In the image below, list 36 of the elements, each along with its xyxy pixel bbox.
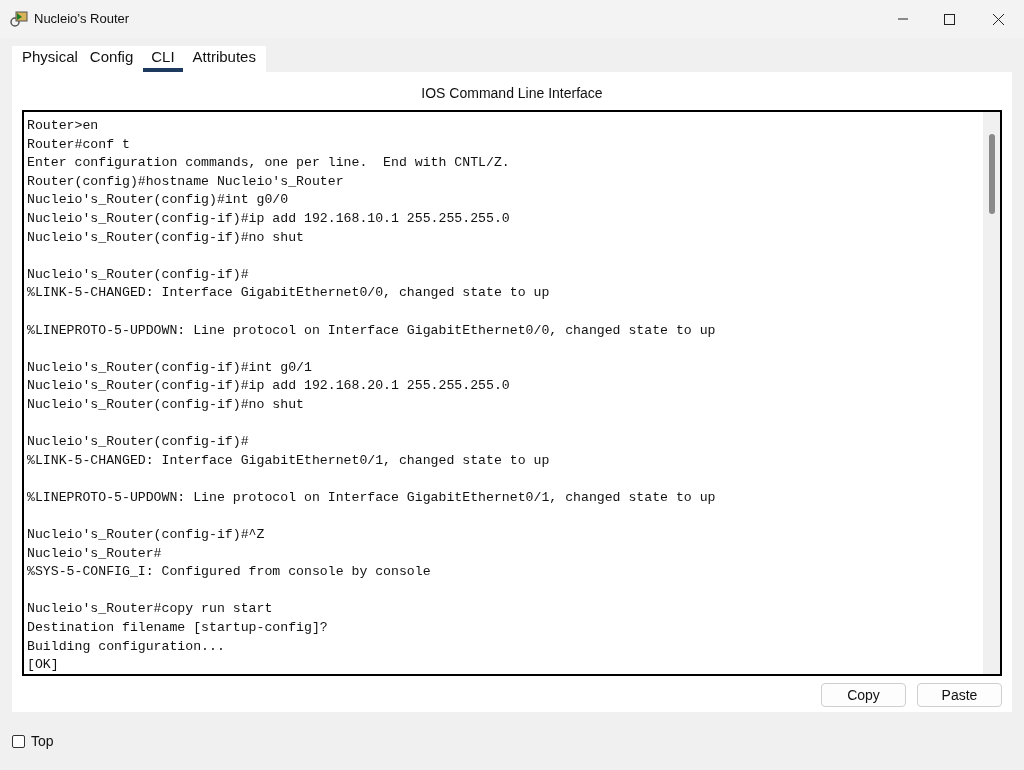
- tab[interactable]: Attributes: [186, 46, 262, 72]
- terminal-line: Nucleio's_Router#: [27, 545, 162, 561]
- scrollbar[interactable]: [983, 112, 1000, 674]
- panel-title: IOS Command Line Interface: [420, 84, 604, 103]
- terminal-line: Building configuration...: [27, 638, 225, 654]
- terminal-line: Nucleio's_Router(config-if)#: [27, 434, 249, 450]
- terminal-line: Nucleio's_Router(config-if)#no shut: [27, 229, 304, 245]
- terminal-line: Nucleio's_Router(config-if)#ip add 192.168.20.1 255.255.255.0: [27, 378, 510, 394]
- terminal-line: Nucleio's_Router(config-if)#int g0/1: [27, 359, 312, 375]
- tab[interactable]: Config: [83, 46, 140, 72]
- terminal-line: Nucleio's_Router(config-if)#no shut: [27, 396, 304, 412]
- terminal-line: %SYS-5-CONFIG_I: Configured from console by console: [27, 564, 431, 580]
- router-app-icon: [10, 10, 28, 28]
- window-title: Nucleio’s Router: [34, 10, 130, 29]
- terminal-line: Enter configuration commands, one per line. End with CNTL/Z.: [27, 155, 510, 171]
- terminal-line: Router#conf t: [27, 136, 130, 152]
- terminal-line: Destination filename [startup-config]?: [27, 620, 328, 636]
- close-icon: [992, 13, 1004, 25]
- terminal-line: Nucleio's_Router(config-if)#ip add 192.168.10.1 255.255.255.0: [27, 210, 510, 226]
- terminal-line: [OK]: [27, 657, 59, 673]
- tab[interactable]: Physical: [16, 46, 84, 72]
- terminal-line: Nucleio's_Router(config-if)#^Z: [27, 527, 265, 543]
- action-button[interactable]: Copy: [821, 683, 906, 707]
- terminal-line: Router>en: [27, 118, 99, 133]
- terminal-line: Nucleio's_Router(config)#int g0/0: [27, 192, 289, 208]
- terminal-line: Router(config)#hostname Nucleio's_Router: [27, 173, 344, 189]
- terminal-line: %LINK-5-CHANGED: Interface GigabitEthernet0/1, changed state to up: [27, 452, 550, 468]
- checkbox-label: Top: [31, 731, 54, 751]
- top-checkbox[interactable]: [12, 734, 25, 748]
- action-button[interactable]: Paste: [917, 683, 1002, 707]
- terminal-line: Nucleio's_Router#copy run start: [27, 601, 273, 617]
- terminal-line: %LINEPROTO-5-UPDOWN: Line protocol on Interface GigabitEthernet0/1, changed state to up: [27, 489, 716, 505]
- terminal-line: Nucleio's_Router(config-if)#: [27, 266, 249, 282]
- maximize-icon: [943, 13, 955, 25]
- terminal-line: %LINEPROTO-5-UPDOWN: Line protocol on Interface GigabitEthernet0/0, changed state to up: [27, 322, 716, 338]
- terminal-line: %LINK-5-CHANGED: Interface GigabitEthernet0/0, changed state to up: [27, 285, 550, 301]
